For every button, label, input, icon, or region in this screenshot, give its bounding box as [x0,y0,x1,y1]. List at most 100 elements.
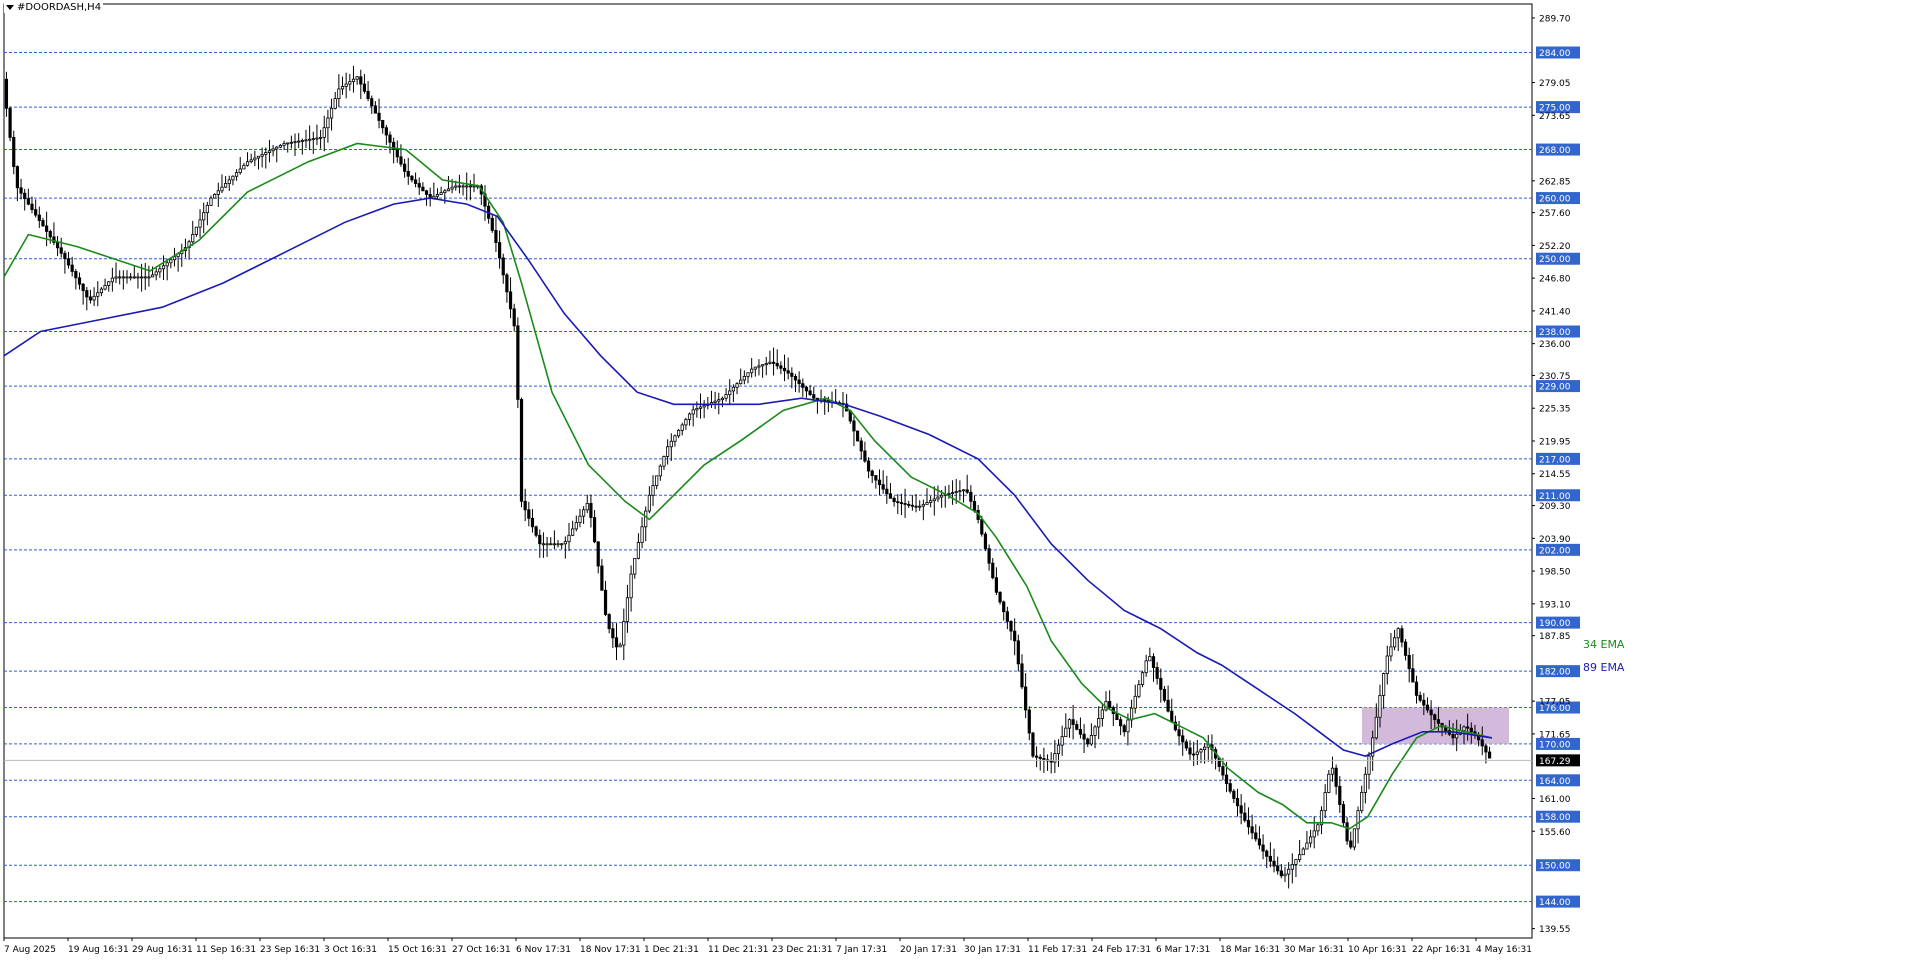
candle-body [1129,707,1134,721]
candle-body [410,175,414,181]
candle-body [801,383,805,388]
candle-body [381,120,385,129]
candle-body [198,219,202,228]
candle-body [34,209,38,216]
level-label: 238.00 [1539,328,1571,338]
candle-body [1455,733,1459,739]
y-tick-label: 155.60 [1539,828,1571,838]
x-tick-label: 24 Feb 17:31 [1092,945,1151,955]
candle-body [99,288,104,294]
symbol-title[interactable]: #DOORDASH,H4 [4,2,104,13]
candle-body [644,510,648,528]
candle-body [450,186,454,190]
candle-body [399,156,403,165]
candle-body [1469,727,1473,733]
candle-body [607,614,611,630]
candle-body [523,500,527,511]
candle-body [417,183,421,188]
x-tick-label: 11 Feb 17:31 [1028,945,1087,955]
candle-body [172,256,177,261]
candle-body [70,264,74,272]
y-tick-label: 230.75 [1539,372,1571,382]
y-tick-label: 139.55 [1539,925,1571,935]
candle-body [1436,719,1441,724]
candle-body [267,150,272,153]
candle-body [63,252,67,260]
candle-body [1360,792,1364,812]
candle-body [443,190,447,194]
x-tick-label: 30 Jan 17:31 [964,945,1021,955]
candle-body [1349,840,1353,848]
candle-body [143,276,147,279]
candle-body [556,543,560,546]
candle-body [264,152,268,155]
candle-body [1363,773,1367,793]
candle-body [494,230,498,243]
candle-body [888,493,893,499]
candle-body [30,203,34,211]
candle-body [1108,701,1112,708]
candle-body [242,164,246,170]
candle-body [698,406,703,409]
candle-body [797,379,801,385]
candle-body [322,127,326,138]
candle-body [793,375,798,381]
candle-body [1071,719,1075,725]
candle-body [640,526,644,543]
candle-body [23,192,27,200]
candle-body [1224,774,1229,784]
candle-body [275,146,279,150]
candle-body [1484,745,1488,753]
x-tick-label: 15 Oct 16:31 [388,945,447,955]
candle-body [1075,724,1079,730]
candle-body [329,107,334,119]
dropdown-triangle-icon[interactable] [6,5,14,10]
x-tick-label: 6 Mar 17:31 [1156,945,1210,955]
candle-body [903,503,907,505]
candle-body [907,503,911,506]
candle-body [1151,656,1156,668]
candle-body [892,497,896,503]
candle-body [1462,726,1466,731]
candle-body [684,419,688,426]
candle-body [1097,718,1101,728]
candle-body [256,155,261,159]
candle-body [216,190,220,195]
candle-body [1034,755,1039,758]
x-tick-label: 11 Sep 16:31 [196,945,256,955]
candle-body [1316,824,1320,832]
candle-body [739,379,743,385]
level-label: 250.00 [1539,255,1571,265]
candle-body [1027,709,1031,734]
candle-body [139,276,144,279]
candle-body [563,541,567,545]
candle-body [1400,628,1404,643]
candle-body [596,541,600,567]
candle-body [936,496,940,500]
candle-body [823,399,827,402]
y-tick-label: 279.05 [1539,79,1571,89]
plot-frame [3,3,1533,939]
candle-body [92,295,96,301]
candle-body [589,503,593,518]
level-label: 150.00 [1539,862,1571,872]
candle-body [1392,637,1397,648]
candle-body [534,526,538,536]
candle-body [1002,601,1006,613]
candle-body [132,276,136,279]
candle-body [12,137,16,167]
candle-body [300,140,304,142]
candle-body [114,276,118,279]
candle-body [1272,860,1276,867]
candle-body [1265,850,1269,857]
candle-body [691,409,695,415]
level-label: 202.00 [1539,546,1571,556]
candle-body [1294,859,1298,865]
candle-body [304,139,308,142]
candle-body [362,83,367,92]
candle-body [655,475,659,486]
candle-body [150,274,155,278]
level-label: 217.00 [1539,455,1571,465]
candle-body [121,276,125,279]
candle-body [158,268,162,273]
